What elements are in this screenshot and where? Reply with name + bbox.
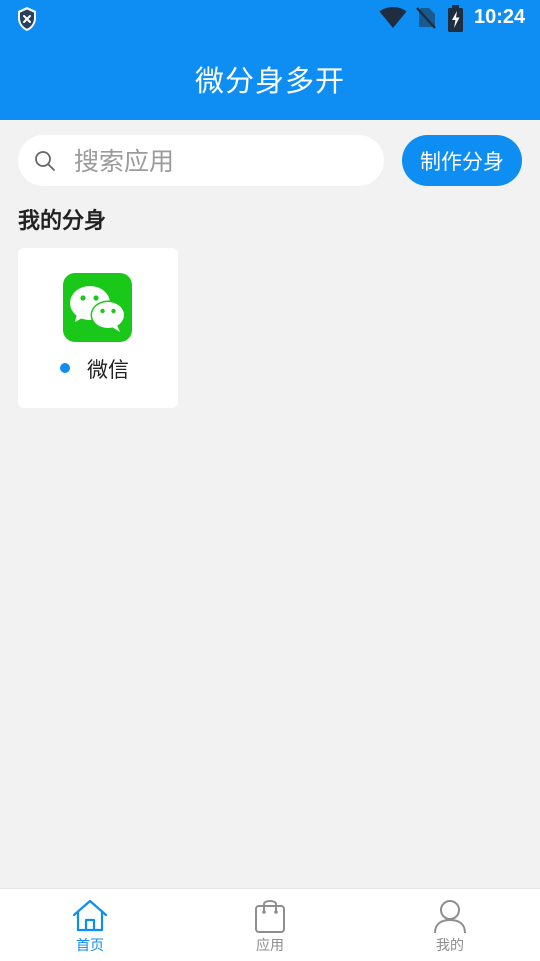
wechat-icon: [63, 273, 132, 342]
no-sim-icon: [416, 7, 436, 29]
status-bar: 10:24: [0, 0, 540, 38]
search-icon: [35, 151, 55, 171]
app-card[interactable]: 微信: [18, 248, 178, 408]
shield-x-icon: [18, 7, 36, 31]
nav-item-mine[interactable]: 我的: [360, 889, 540, 961]
section-title: 我的分身: [18, 209, 107, 234]
user-icon: [434, 900, 466, 934]
search-input[interactable]: [72, 143, 366, 180]
make-clone-button-label: 制作分身: [420, 149, 504, 174]
app-name: 微信: [87, 358, 129, 382]
wifi-icon: [379, 7, 407, 28]
running-indicator: [60, 363, 70, 373]
nav-label-mine: 我的: [436, 938, 464, 954]
nav-item-apps[interactable]: 应用: [180, 889, 360, 961]
search-box[interactable]: [18, 135, 384, 186]
app-bar: 微分身多开: [0, 38, 540, 120]
status-time: 10:24: [474, 6, 526, 28]
nav-label-apps: 应用: [256, 938, 284, 954]
shopping-bag-icon: [255, 900, 285, 933]
nav-item-home[interactable]: 首页: [0, 889, 180, 961]
nav-label-home: 首页: [76, 938, 104, 954]
home-icon: [72, 899, 108, 932]
make-clone-button[interactable]: 制作分身: [402, 135, 522, 186]
battery-charging-icon: [448, 5, 463, 32]
bottom-navigation: 首页 应用 我的: [0, 888, 540, 961]
page-title: 微分身多开: [194, 64, 345, 98]
